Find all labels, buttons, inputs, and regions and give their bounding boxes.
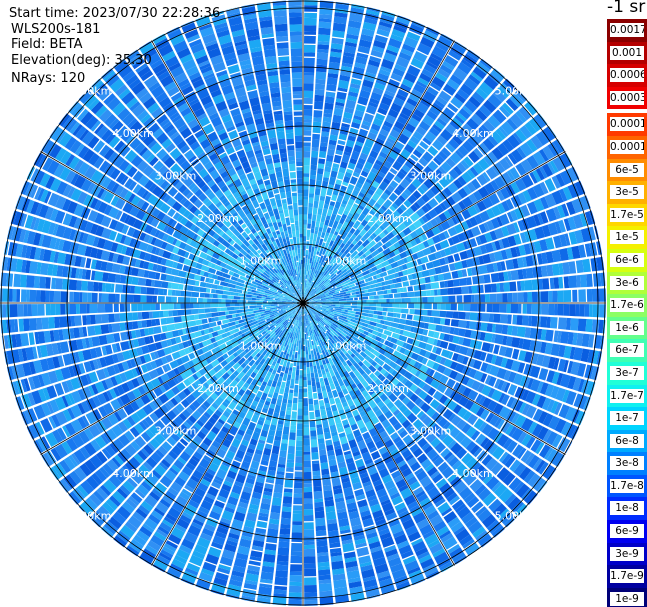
- range-ring-label: 1.00km: [325, 340, 367, 353]
- colorbar-tick-label: 1e-8: [610, 501, 644, 516]
- range-ring-label: 2.00km: [367, 212, 409, 225]
- range-ring-label: 3.00km: [410, 424, 452, 437]
- range-ring-label: 4.00km: [112, 467, 154, 480]
- range-ring-label: 5.00km: [70, 85, 112, 98]
- nrays-text: NRays: 120: [11, 71, 86, 86]
- colorbar-tick-label: 6e-6: [610, 252, 644, 267]
- colorbar-swatch: 3e-7: [607, 361, 647, 385]
- range-ring-label: 3.00km: [155, 170, 197, 183]
- colorbar-tick-label: 3e-9: [610, 546, 644, 561]
- colorbar-tick-label: 6e-8: [610, 433, 644, 448]
- colorbar-tick-label: 3e-7: [610, 365, 644, 380]
- colorbar-unit-label: -1 sr: [607, 0, 646, 17]
- colorbar-swatch: 1e-9: [607, 587, 647, 607]
- colorbar-swatch: 6e-7: [607, 339, 647, 362]
- colorbar-tick-label: 1e-9: [610, 591, 644, 606]
- colorbar-swatch: 1.7e-9: [607, 565, 647, 588]
- colorbar-swatch: 3e-8: [607, 452, 647, 475]
- start-time-text: Start time: 2023/07/30 22:28:36: [9, 6, 221, 21]
- colorbar-tick-label: 0.001: [610, 45, 644, 60]
- colorbar-tick-label: 1.7e-9: [610, 569, 644, 584]
- colorbar-tick-label: 1.7e-8: [610, 478, 644, 493]
- colorbar-swatch: 1.7e-8: [607, 474, 647, 498]
- colorbar-swatch: 1.7e-7: [607, 384, 647, 408]
- range-ring-label: 3.00km: [410, 170, 452, 183]
- range-ring-label: 1.00km: [240, 255, 282, 268]
- field-text: Field: BETA: [11, 37, 83, 52]
- colorbar-tick-label: 1.7e-7: [610, 388, 644, 403]
- range-ring-label: 2.00km: [197, 212, 239, 225]
- colorbar-swatch: 3e-6: [607, 271, 647, 295]
- colorbar-tick-label: 6e-5: [610, 162, 644, 177]
- colorbar-tick-label: 1.7e-6: [610, 298, 644, 313]
- colorbar-swatch: 1e-5: [607, 226, 647, 249]
- colorbar-tick-label: 1e-7: [610, 411, 644, 426]
- colorbar-swatch: 0.001: [607, 41, 647, 65]
- range-ring-label: 3.00km: [155, 424, 197, 437]
- range-ring-label: 1.00km: [240, 340, 282, 353]
- colorbar-tick-label: 3e-8: [610, 456, 644, 471]
- colorbar-tick-label: 3e-5: [610, 185, 644, 200]
- range-ring-label: 2.00km: [197, 382, 239, 395]
- colorbar-swatch: 6e-5: [607, 158, 647, 182]
- colorbar: 0.0017 0.001 0.0006 0.0003 0.00017 0.0001 6e-5…: [607, 19, 647, 607]
- colorbar-tick-label: 3e-6: [610, 275, 644, 290]
- colorbar-swatch: 0.0001: [607, 135, 647, 159]
- colorbar-tick-label: 0.0003: [610, 90, 644, 105]
- colorbar-swatch: 0.0006: [607, 64, 647, 87]
- colorbar-swatch: 0.0003: [607, 86, 647, 110]
- colorbar-tick-label: 1.7e-5: [610, 207, 644, 222]
- range-ring-label: 4.00km: [452, 127, 494, 140]
- range-ring-label: 1.00km: [325, 255, 367, 268]
- colorbar-swatch: 3e-5: [607, 181, 647, 204]
- colorbar-tick-label: 6e-9: [610, 524, 644, 539]
- range-ring-label: 4.00km: [452, 467, 494, 480]
- colorbar-tick-label: 0.0006: [610, 68, 644, 83]
- range-ring-label: 5.00km: [495, 509, 537, 522]
- colorbar-swatch: 1e-8: [607, 497, 647, 521]
- colorbar-swatch: 6e-9: [607, 520, 647, 543]
- colorbar-tick-label: 1e-5: [610, 230, 644, 245]
- instrument-name-text: WLS200s-181: [11, 22, 101, 37]
- ppi-display: 1.00km 1.00km 1.00km 1.00km 2.00km 2.00km 2.00…: [0, 0, 647, 607]
- colorbar-tick-label: 0.00017: [610, 117, 644, 132]
- colorbar-swatch: 0.00017: [607, 113, 647, 136]
- colorbar-swatch: 1.7e-5: [607, 203, 647, 227]
- colorbar-swatch: 6e-6: [607, 248, 647, 272]
- range-ring-label: 2.00km: [367, 382, 409, 395]
- colorbar-swatch: 1e-7: [607, 407, 647, 430]
- range-ring-label: 5.00km: [70, 509, 112, 522]
- colorbar-swatch: 6e-8: [607, 429, 647, 453]
- colorbar-swatch: 3e-9: [607, 542, 647, 566]
- colorbar-swatch: 0.0017: [607, 19, 647, 42]
- range-ring-label: 4.00km: [112, 127, 154, 140]
- colorbar-tick-label: 6e-7: [610, 343, 644, 358]
- colorbar-tick-label: 0.0001: [610, 139, 644, 154]
- elevation-text: Elevation(deg): 35.30: [11, 53, 152, 68]
- colorbar-tick-label: 1e-6: [610, 320, 644, 335]
- range-ring-label: 5.00km: [495, 85, 537, 98]
- colorbar-swatch: 1e-6: [607, 316, 647, 340]
- ppi-scan-plot: 1.00km 1.00km 1.00km 1.00km 2.00km 2.00km 2.00…: [0, 0, 606, 606]
- colorbar-tick-label: 0.0017: [610, 23, 644, 37]
- colorbar-swatch: 1.7e-6: [607, 294, 647, 317]
